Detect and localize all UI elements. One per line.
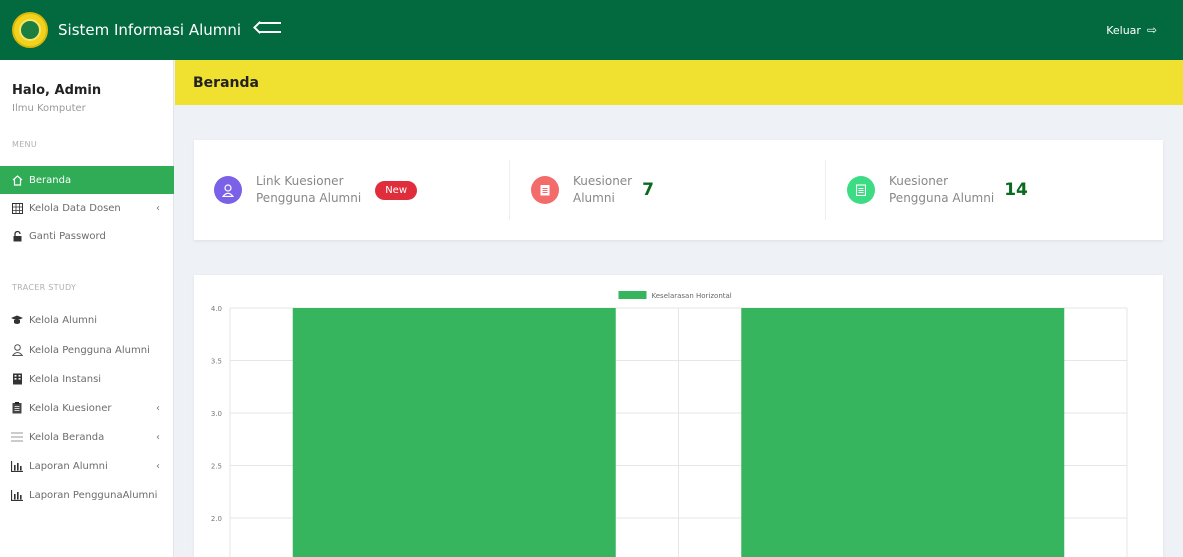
- stat-kuesioner-alumni[interactable]: Kuesioner Alumni 7: [531, 160, 654, 220]
- bar: [292, 308, 616, 557]
- user-icon: [214, 176, 242, 204]
- sidebar-item-kelola-beranda[interactable]: Kelola Beranda ‹: [0, 423, 174, 451]
- sidebar-item-ganti-password[interactable]: Ganti Password: [0, 222, 174, 250]
- home-icon: [11, 174, 23, 186]
- chevron-left-icon: ‹: [156, 460, 160, 472]
- tracer-section-label: TRACER STUDY: [12, 283, 77, 292]
- sidebar-item-label: Kelola Instansi: [29, 373, 102, 385]
- top-navbar: Sistem Informasi Alumni Keluar ⇨: [0, 0, 1183, 60]
- sidebar-item-label: Kelola Beranda: [29, 431, 105, 443]
- building-icon: [11, 373, 23, 385]
- user-prodi: Ilmu Komputer: [12, 103, 86, 114]
- y-tick-label: 4.0: [211, 305, 222, 313]
- sidebar-item-label: Beranda: [29, 174, 72, 186]
- sidebar-item-laporan-pengguna-alumni[interactable]: Laporan PenggunaAlumni: [0, 481, 174, 509]
- stat-line2: Pengguna Alumni: [256, 191, 362, 205]
- stat-line1: Kuesioner: [889, 174, 949, 188]
- sidebar-item-label: Kelola Pengguna Alumni: [29, 344, 150, 356]
- sidebar-item-label: Laporan Alumni: [29, 460, 108, 472]
- bar: [741, 308, 1065, 557]
- divider: [825, 160, 826, 220]
- sidebar-item-kelola-pengguna-alumni[interactable]: Kelola Pengguna Alumni: [0, 336, 174, 364]
- page-header: Beranda: [175, 60, 1183, 105]
- sidebar-item-kelola-kuesioner[interactable]: Kelola Kuesioner ‹: [0, 394, 174, 422]
- sidebar-item-kelola-alumni[interactable]: Kelola Alumni: [0, 306, 174, 334]
- logout-button[interactable]: Keluar ⇨: [1106, 23, 1157, 37]
- clipboard-icon: [531, 176, 559, 204]
- sidebar-item-label: Kelola Alumni: [29, 314, 98, 326]
- stat-kuesioner-pengguna-alumni[interactable]: Kuesioner Pengguna Alumni 14: [847, 160, 1028, 220]
- bar-chart-icon: [11, 489, 23, 501]
- page-title: Beranda: [193, 74, 259, 91]
- app-title: Sistem Informasi Alumni: [58, 21, 242, 39]
- sidebar-item-kelola-data-dosen[interactable]: Kelola Data Dosen ‹: [0, 194, 174, 222]
- y-tick-label: 3.5: [211, 358, 222, 366]
- sidebar-item-label: Ganti Password: [29, 230, 106, 242]
- legend-label: Keselarasan Horizontal: [652, 292, 732, 300]
- list-icon: [11, 431, 23, 443]
- stat-line2: Alumni: [573, 191, 615, 205]
- stats-card: Link Kuesioner Pengguna Alumni New Kuesi…: [194, 140, 1163, 240]
- user-icon: [11, 344, 23, 356]
- stat-link-kuesioner[interactable]: Link Kuesioner Pengguna Alumni New: [214, 160, 417, 220]
- stat-line2: Pengguna Alumni: [889, 191, 995, 205]
- bar-chart-icon: [11, 460, 23, 472]
- stat-count: 7: [642, 180, 654, 200]
- chevron-left-icon: ‹: [156, 431, 160, 443]
- chevron-left-icon: ‹: [156, 402, 160, 414]
- sidebar-item-kelola-instansi[interactable]: Kelola Instansi: [0, 365, 174, 393]
- chevron-left-icon: ‹: [156, 202, 160, 214]
- user-greeting: Halo, Admin: [12, 83, 102, 98]
- table-icon: [11, 202, 23, 214]
- stat-count: 14: [1004, 180, 1028, 200]
- clipboard-icon: [11, 402, 23, 414]
- clipboard-icon: [847, 176, 875, 204]
- stat-line1: Kuesioner: [573, 174, 633, 188]
- sidebar-item-label: Kelola Kuesioner: [29, 402, 112, 414]
- bar-chart: 4.0 3.5 3.0 2.5 2.0 Keselarasan Horizontal: [211, 291, 1128, 557]
- logout-label: Keluar: [1106, 23, 1141, 37]
- graduate-icon: [11, 314, 23, 326]
- legend-swatch: [618, 291, 647, 299]
- divider: [509, 160, 510, 220]
- chart-card: 4.0 3.5 3.0 2.5 2.0 Keselarasan Horizontal: [194, 275, 1163, 557]
- sidebar-item-label: Kelola Data Dosen: [29, 202, 121, 214]
- stat-line1: Link Kuesioner: [256, 174, 344, 188]
- y-tick-label: 2.5: [211, 463, 222, 471]
- sidebar-item-label: Laporan PenggunaAlumni: [29, 489, 158, 501]
- sidebar-toggle-icon[interactable]: [253, 21, 282, 38]
- new-badge: New: [375, 180, 417, 200]
- university-logo: [12, 12, 48, 48]
- menu-section-label: MENU: [12, 140, 37, 149]
- sidebar-item-laporan-alumni[interactable]: Laporan Alumni ‹: [0, 452, 174, 480]
- y-tick-label: 3.0: [211, 410, 222, 418]
- sidebar: Halo, Admin Ilmu Komputer MENU Beranda K…: [0, 60, 174, 557]
- sidebar-item-beranda[interactable]: Beranda: [0, 166, 174, 194]
- y-tick-label: 2.0: [211, 515, 222, 523]
- sign-out-icon: ⇨: [1146, 23, 1157, 37]
- unlock-icon: [11, 230, 23, 242]
